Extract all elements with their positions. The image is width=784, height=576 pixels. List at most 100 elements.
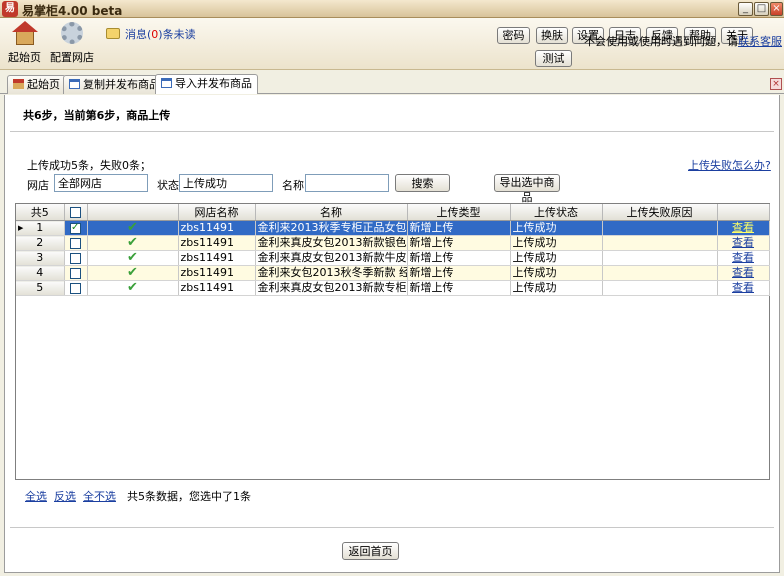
status-filter-input[interactable] [179, 174, 273, 192]
upload-status-cell: 上传成功 [510, 235, 603, 251]
export-selected-button[interactable]: 导出选中商品 [494, 174, 560, 204]
window-title: 易掌柜4.00 beta [22, 4, 123, 18]
checkbox-icon[interactable] [70, 237, 81, 249]
product-name-header[interactable]: 名称 [255, 204, 408, 221]
checkmark-icon: ✔ [127, 280, 138, 295]
product-name-cell: 金利来真皮女包2013新款专柜正品... [255, 280, 408, 296]
home-tool-button[interactable]: 起始页 [8, 21, 41, 65]
name-filter-label: 名称 [282, 179, 304, 192]
config-shop-label: 配置网店 [50, 51, 94, 64]
close-button[interactable]: × [770, 2, 783, 16]
tab-copy-publish[interactable]: 复制并发布商品 [63, 75, 166, 94]
checkmark-icon: ✔ [127, 220, 138, 235]
product-name-cell: 金利来女包2013秋冬季新款 经典... [255, 265, 408, 281]
row-checkbox-cell[interactable] [64, 250, 88, 266]
table-row[interactable]: 4 ✔ zbs11491 金利来女包2013秋冬季新款 经典... 新增上传 上… [16, 265, 770, 281]
search-button[interactable]: 搜索 [395, 174, 450, 192]
fail-reason-cell [602, 280, 718, 296]
upload-type-cell: 新增上传 [407, 235, 511, 251]
close-tab-icon[interactable]: × [770, 78, 782, 90]
product-name-cell: 金利来2013秋季专柜正品女包 复... [255, 220, 408, 236]
upload-status-cell: 上传成功 [510, 280, 603, 296]
skin-button[interactable]: 换肤 [536, 27, 568, 44]
success-cell: ✔ [87, 265, 179, 281]
tab-home[interactable]: 起始页 [7, 75, 66, 94]
shop-name-cell: zbs11491 [178, 250, 256, 266]
row-checkbox-cell[interactable] [64, 265, 88, 281]
tab-label: 起始页 [27, 78, 60, 91]
table-row[interactable]: 3 ✔ zbs11491 金利来真皮女包2013新款牛皮手... 新增上传 上传… [16, 250, 770, 266]
row-checkbox-cell[interactable] [64, 220, 88, 236]
config-shop-button[interactable]: 配置网店 [50, 21, 94, 65]
status-filter-label: 状态 [157, 179, 179, 192]
upload-status-cell: 上传成功 [510, 265, 603, 281]
row-checkbox-cell[interactable] [64, 280, 88, 296]
tab-label: 复制并发布商品 [83, 78, 160, 91]
row-checkbox-cell[interactable] [64, 235, 88, 251]
invert-selection-link[interactable]: 反选 [54, 490, 76, 503]
upload-type-cell: 新增上传 [407, 265, 511, 281]
view-link[interactable]: 查看 [717, 265, 770, 281]
tab-bar: 起始页 复制并发布商品 导入并发布商品 [0, 70, 784, 94]
divider [10, 527, 774, 528]
minimize-button[interactable]: _ [738, 2, 753, 16]
status-icon-header [87, 204, 179, 221]
support-hint: 不会使用或使用时遇到问题，请联系客服 [584, 33, 782, 49]
select-none-link[interactable]: 全不选 [83, 490, 116, 503]
fail-reason-cell [602, 250, 718, 266]
upload-type-header[interactable]: 上传类型 [407, 204, 511, 221]
table-row[interactable]: 5 ✔ zbs11491 金利来真皮女包2013新款专柜正品... 新增上传 上… [16, 280, 770, 296]
upload-failed-help-link[interactable]: 上传失败怎么办? [688, 157, 771, 173]
upload-results-grid: 共5 网店名称 名称 上传类型 上传状态 上传失败原因 1 ✔ zbs11491… [15, 203, 770, 480]
success-cell: ✔ [87, 280, 179, 296]
password-button[interactable]: 密码 [497, 27, 530, 44]
upload-result-text: 上传成功5条，失败0条； [27, 159, 151, 172]
row-number: 3 [16, 250, 65, 266]
row-number: 1 [16, 220, 65, 236]
upload-status-header[interactable]: 上传状态 [510, 204, 603, 221]
checkbox-icon[interactable] [70, 267, 81, 279]
window-icon [161, 78, 172, 88]
maximize-button[interactable]: □ [754, 2, 769, 16]
test-button[interactable]: 测试 [535, 50, 572, 67]
row-number: 2 [16, 235, 65, 251]
grid-header-row: 共5 网店名称 名称 上传类型 上传状态 上传失败原因 [16, 204, 770, 221]
envelope-icon [106, 28, 120, 39]
message-link[interactable]: 消息(0)条未读 [106, 26, 196, 42]
product-name-cell: 金利来真皮女包2013新款银色闪... [255, 235, 408, 251]
action-header [717, 204, 770, 221]
checkbox-checked-icon[interactable] [70, 221, 81, 235]
select-all-link[interactable]: 全选 [25, 490, 47, 503]
view-link[interactable]: 查看 [717, 250, 770, 266]
row-number: 5 [16, 280, 65, 296]
shop-name-header[interactable]: 网店名称 [178, 204, 256, 221]
back-home-button[interactable]: 返回首页 [342, 542, 399, 560]
shop-name-cell: zbs11491 [178, 220, 256, 236]
checkbox-icon[interactable] [70, 282, 81, 294]
checkbox-icon[interactable] [70, 252, 81, 264]
selection-footer: 全选 反选 全不选 共5条数据，您选中了1条 [25, 488, 251, 504]
fail-reason-header[interactable]: 上传失败原因 [602, 204, 718, 221]
table-row[interactable]: 2 ✔ zbs11491 金利来真皮女包2013新款银色闪... 新增上传 上传… [16, 235, 770, 251]
tab-import-publish[interactable]: 导入并发布商品 [155, 74, 258, 94]
hint-text: 不会使用或使用时遇到问题，请 [584, 35, 738, 48]
select-all-checkbox-header[interactable] [64, 204, 88, 221]
view-link[interactable]: 查看 [717, 280, 770, 296]
view-link[interactable]: 查看 [717, 220, 770, 236]
shop-name-cell: zbs11491 [178, 280, 256, 296]
upload-type-cell: 新增上传 [407, 280, 511, 296]
table-row[interactable]: 1 ✔ zbs11491 金利来2013秋季专柜正品女包 复... 新增上传 上… [16, 220, 770, 236]
shop-filter-input[interactable] [54, 174, 148, 192]
shop-filter-label: 网店 [27, 179, 49, 192]
view-link[interactable]: 查看 [717, 235, 770, 251]
name-filter-input[interactable] [305, 174, 389, 192]
fail-reason-cell [602, 265, 718, 281]
contact-support-link[interactable]: 联系客服 [738, 35, 782, 48]
product-name-cell: 金利来真皮女包2013新款牛皮手... [255, 250, 408, 266]
success-cell: ✔ [87, 250, 179, 266]
checkmark-icon: ✔ [127, 265, 138, 280]
home-tool-label: 起始页 [8, 51, 41, 64]
checkmark-icon: ✔ [127, 250, 138, 265]
checkbox-icon[interactable] [70, 207, 81, 218]
upload-type-cell: 新增上传 [407, 250, 511, 266]
